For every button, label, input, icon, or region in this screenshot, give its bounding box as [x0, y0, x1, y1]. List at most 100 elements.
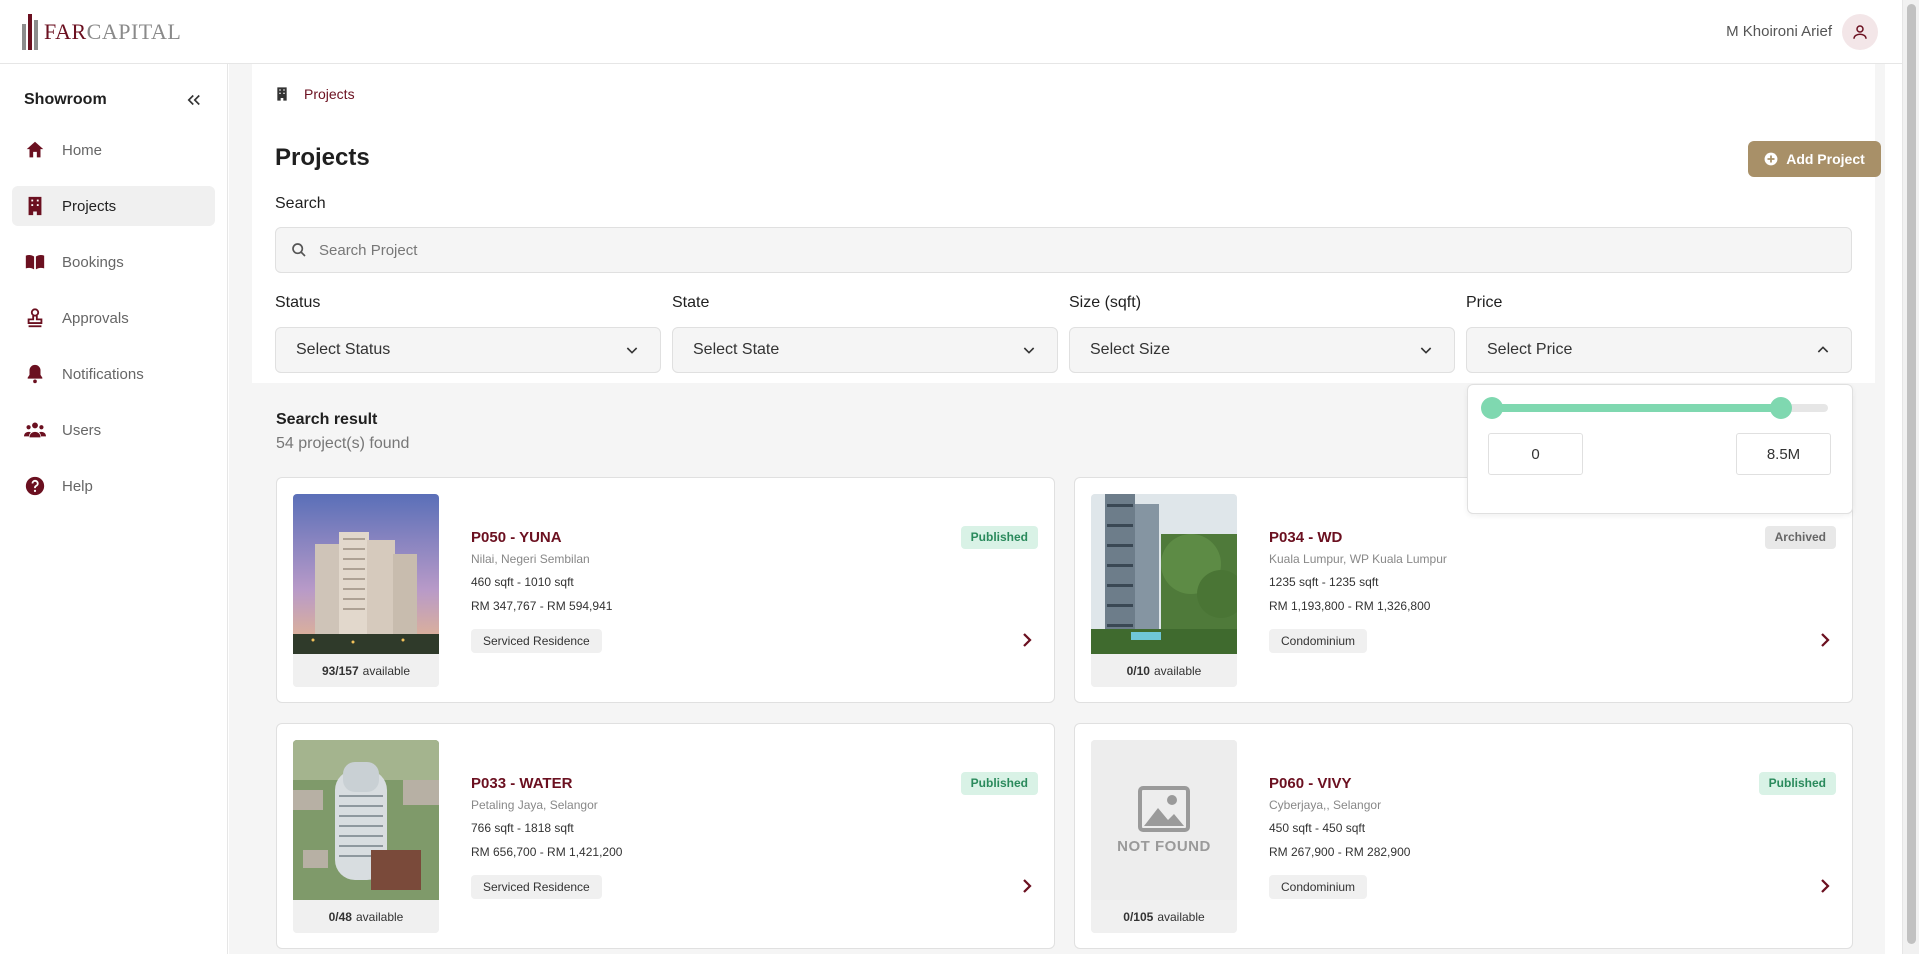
project-image — [293, 494, 439, 654]
breadcrumb-projects[interactable]: Projects — [304, 86, 355, 102]
project-size: 450 sqft - 450 sqft — [1269, 821, 1366, 835]
image-not-found-placeholder: NOT FOUND — [1091, 740, 1237, 900]
collapse-sidebar-icon[interactable] — [185, 91, 203, 109]
project-thumbnail: NOT FOUND 0/105 available — [1091, 740, 1237, 933]
search-result-title: Search result — [276, 411, 378, 428]
search-box[interactable] — [275, 227, 1852, 273]
project-card[interactable]: 93/157 available P050 - YUNA Nilai, Neger… — [276, 477, 1055, 703]
user-icon — [1853, 24, 1867, 39]
sidebar-item-label: Projects — [62, 197, 117, 215]
logo-mark-icon — [22, 13, 38, 50]
not-found-text: NOT FOUND — [1117, 837, 1211, 855]
book-icon — [25, 254, 45, 270]
building-icon — [28, 196, 42, 216]
project-price: RM 1,193,800 - RM 1,326,800 — [1269, 599, 1431, 613]
price-slider-min-handle[interactable] — [1481, 397, 1503, 419]
user-menu[interactable]: M Khoironi Arief — [1726, 13, 1878, 50]
sidebar-item-label: Help — [62, 477, 93, 495]
top-bar: FARCAPITAL M Khoironi Arief — [0, 0, 1902, 64]
project-image — [1091, 494, 1237, 654]
project-price: RM 347,767 - RM 594,941 — [471, 599, 613, 613]
price-range-dropdown: 0 8.5M — [1467, 384, 1853, 514]
project-name: P050 - YUNA — [471, 529, 562, 546]
size-select-value: Select Size — [1090, 341, 1171, 358]
project-name: P060 - VIVY — [1269, 775, 1352, 792]
project-type-tag: Serviced Residence — [471, 875, 602, 899]
status-select[interactable]: Select Status — [275, 327, 661, 373]
sidebar-item-users[interactable]: Users — [12, 410, 215, 450]
state-select-value: Select State — [693, 341, 780, 358]
sidebar-item-home[interactable]: Home — [12, 130, 215, 170]
project-price: RM 656,700 - RM 1,421,200 — [471, 845, 623, 859]
filter-panel: Projects Projects Add Project Search Sta… — [252, 64, 1881, 383]
help-icon — [25, 476, 45, 496]
size-select[interactable]: Select Size — [1069, 327, 1455, 373]
search-label: Search — [275, 195, 326, 212]
status-badge: Published — [1758, 772, 1836, 795]
chevron-right-icon[interactable] — [1018, 631, 1036, 649]
project-type-tag: Condominium — [1269, 629, 1368, 653]
building-icon — [277, 87, 287, 101]
state-select[interactable]: Select State — [672, 327, 1058, 373]
image-placeholder-icon — [1138, 785, 1190, 832]
project-thumbnail: 0/48 available — [293, 740, 439, 933]
sidebar-item-label: Bookings — [62, 253, 124, 271]
status-badge: Published — [960, 772, 1038, 795]
sidebar-item-label: Approvals — [62, 309, 129, 327]
project-card[interactable]: 0/48 available P033 - WATER Petaling Jaya… — [276, 723, 1055, 949]
price-slider-max-handle[interactable] — [1769, 397, 1792, 419]
sidebar-item-label: Users — [62, 421, 102, 439]
project-size: 1235 sqft - 1235 sqft — [1269, 575, 1379, 589]
status-badge: Published — [960, 526, 1038, 549]
add-project-button[interactable]: Add Project — [1748, 141, 1881, 177]
users-icon — [24, 422, 46, 438]
stamp-icon — [27, 308, 43, 328]
chevron-right-icon[interactable] — [1018, 877, 1036, 895]
size-filter-label: Size (sqft) — [1069, 294, 1142, 311]
sidebar: Showroom Home Projects Bookings Approval… — [0, 64, 228, 954]
chevron-right-icon[interactable] — [1816, 877, 1834, 895]
availability-label: 0/48 available — [293, 900, 439, 933]
search-icon — [292, 243, 306, 257]
price-filter: Price Select Price — [1466, 294, 1852, 373]
sidebar-item-bookings[interactable]: Bookings — [12, 242, 215, 282]
project-location: Nilai, Negeri Sembilan — [471, 552, 590, 566]
sidebar-item-label: Home — [62, 141, 103, 159]
project-size: 766 sqft - 1818 sqft — [471, 821, 574, 835]
project-type-tag: Serviced Residence — [471, 629, 602, 653]
price-select-value: Select Price — [1487, 341, 1573, 358]
project-location: Kuala Lumpur, WP Kuala Lumpur — [1269, 552, 1447, 566]
project-size: 460 sqft - 1010 sqft — [471, 575, 574, 589]
logo-text: FARCAPITAL — [44, 18, 182, 44]
max-price-input[interactable]: 8.5M — [1736, 433, 1831, 475]
brand-logo[interactable]: FARCAPITAL — [22, 13, 182, 50]
price-slider-fill — [1492, 404, 1781, 412]
min-price-input[interactable]: 0 — [1488, 433, 1583, 475]
status-filter-label: Status — [275, 294, 321, 311]
chevron-down-icon — [1023, 347, 1035, 354]
project-image — [293, 740, 439, 900]
sidebar-item-help[interactable]: Help — [12, 466, 215, 506]
price-select[interactable]: Select Price — [1466, 327, 1852, 373]
sidebar-title: Showroom — [24, 91, 107, 108]
project-card[interactable]: NOT FOUND 0/105 available P060 - VIVY Cyb… — [1074, 723, 1853, 949]
status-select-value: Select Status — [296, 341, 391, 358]
scrollbar-thumb[interactable] — [1907, 4, 1916, 944]
chevron-right-icon[interactable] — [1816, 631, 1834, 649]
size-filter: Size (sqft) Select Size — [1069, 294, 1455, 373]
sidebar-item-projects[interactable]: Projects — [12, 186, 215, 226]
availability-label: 0/10 available — [1091, 654, 1237, 687]
sidebar-item-label: Notifications — [62, 365, 144, 383]
sidebar-item-notifications[interactable]: Notifications — [12, 354, 215, 394]
page-scrollbar[interactable] — [1902, 0, 1919, 954]
sidebar-header: Showroom — [12, 86, 215, 114]
availability-label: 93/157 available — [293, 654, 439, 687]
search-input[interactable] — [319, 241, 1719, 259]
project-name: P033 - WATER — [471, 775, 573, 792]
project-location: Petaling Jaya, Selangor — [471, 798, 598, 812]
project-type-tag: Condominium — [1269, 875, 1368, 899]
sidebar-item-approvals[interactable]: Approvals — [12, 298, 215, 338]
breadcrumb: Projects — [274, 86, 355, 102]
avatar[interactable] — [1842, 13, 1878, 50]
page-title: Projects — [275, 144, 370, 171]
